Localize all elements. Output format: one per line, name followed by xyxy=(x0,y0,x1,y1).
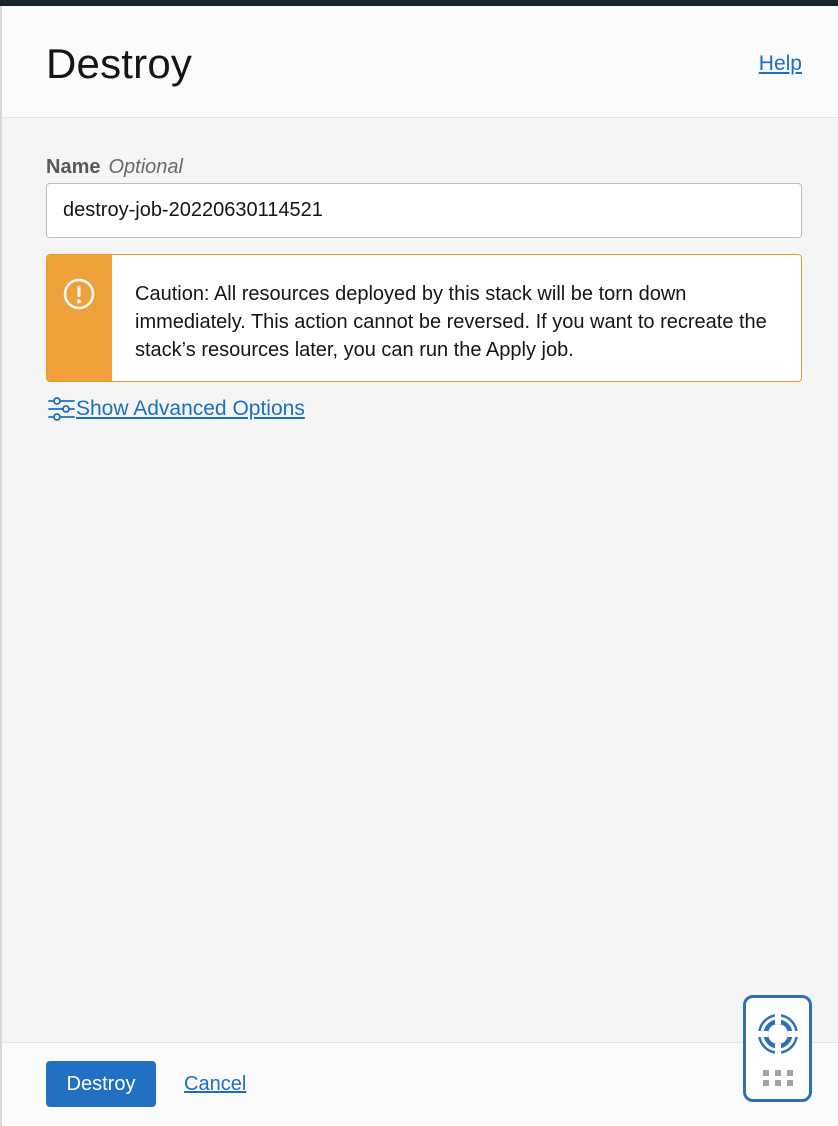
destroy-panel: Destroy Help Name Optional Caution: All r… xyxy=(2,6,838,1126)
show-advanced-options-link[interactable]: Show Advanced Options xyxy=(46,394,305,424)
cancel-link[interactable]: Cancel xyxy=(184,1073,246,1096)
destroy-button[interactable]: Destroy xyxy=(46,1061,156,1107)
caution-bar xyxy=(47,255,112,381)
optional-label: Optional xyxy=(108,156,183,178)
caution-text: Caution: All resources deployed by this … xyxy=(135,283,767,361)
name-label-text: Name xyxy=(46,156,101,178)
help-link[interactable]: Help xyxy=(759,52,802,76)
show-advanced-options-label[interactable]: Show Advanced Options xyxy=(76,397,305,421)
grid-dots-icon xyxy=(763,1070,793,1086)
panel-header: Destroy Help xyxy=(2,6,838,118)
page-title: Destroy xyxy=(46,40,193,87)
sliders-icon xyxy=(48,397,75,421)
caution-alert: Caution: All resources deployed by this … xyxy=(46,254,802,382)
lifebuoy-icon xyxy=(756,1012,800,1056)
panel-footer: Destroy Cancel xyxy=(2,1042,838,1126)
name-field-label: Name Optional xyxy=(46,156,183,179)
help-widget-button[interactable] xyxy=(743,995,812,1102)
name-input[interactable] xyxy=(46,183,802,238)
warning-icon xyxy=(63,278,95,310)
